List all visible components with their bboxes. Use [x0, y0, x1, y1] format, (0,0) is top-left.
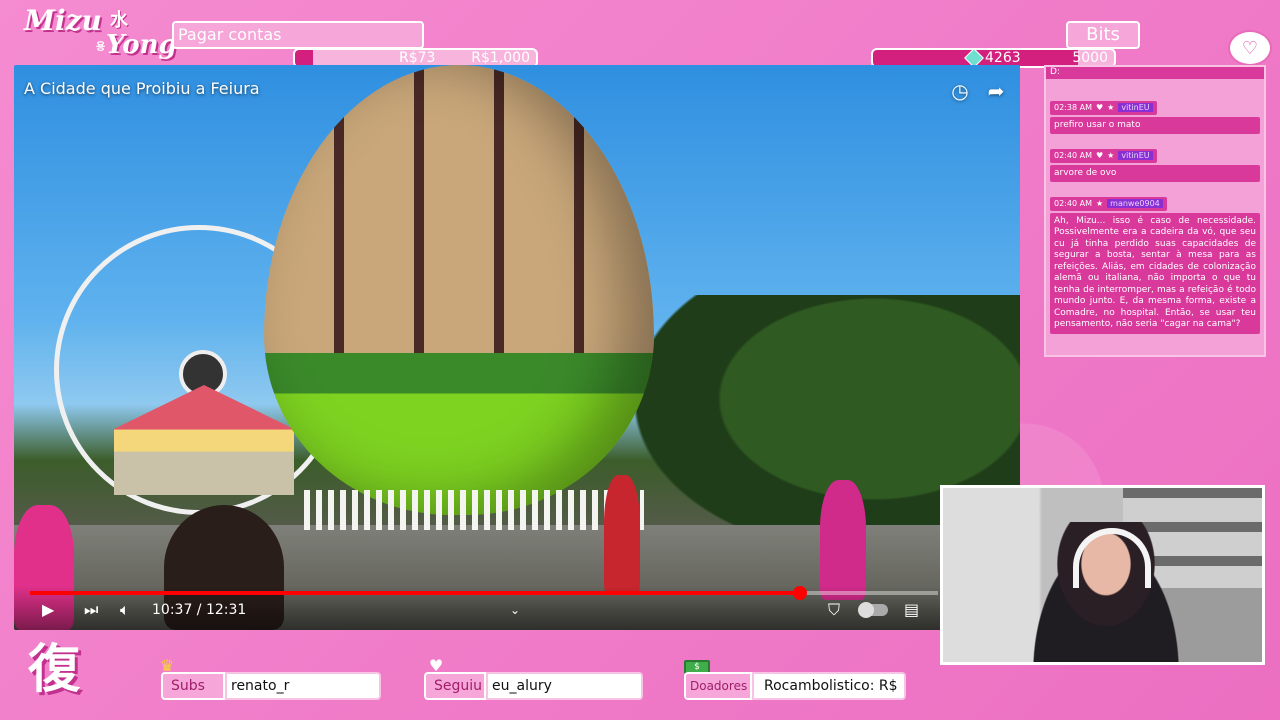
video-player[interactable]: A Cidade que Proibiu a Feiura ◷ ➦ ▶ ⏭ 🔈︎…	[14, 65, 1020, 630]
webcam-feed	[940, 485, 1265, 665]
chat-username[interactable]: vitinEU	[1118, 103, 1153, 112]
chat-message: 02:40 AM ♥ ★ vitinEU arvore de ovo	[1050, 143, 1260, 182]
chat-message-body: prefiro usar o mato	[1050, 116, 1260, 134]
chat-message-header: 02:40 AM ♥ ★ vitinEU	[1050, 148, 1157, 163]
latest-donor-widget: $ Doadores Rocambolistico: R$	[684, 660, 906, 700]
chat-username[interactable]: vitinEU	[1118, 151, 1153, 160]
logo-text-yong: Yong	[106, 30, 177, 60]
next-track-icon[interactable]: ⏭	[84, 598, 98, 622]
latest-donor-label: Doadores	[684, 672, 752, 700]
kanji-emblem: 復	[27, 639, 80, 700]
donation-goal-title: Pagar contas	[172, 21, 424, 49]
chat-message-body: arvore de ovo	[1050, 164, 1260, 182]
donation-goal-fill	[295, 50, 313, 66]
latest-follow-label: Seguiu	[424, 672, 486, 700]
watch-later-clock-icon[interactable]: ◷	[948, 79, 972, 103]
autoplay-toggle[interactable]	[858, 602, 888, 618]
video-progress-fill	[30, 591, 801, 595]
star-badge-icon: ★	[1095, 199, 1104, 208]
chat-username[interactable]: manwe0904	[1107, 199, 1163, 208]
chevron-down-icon[interactable]: ⌄	[510, 598, 520, 622]
latest-donor-value: Rocambolistico: R$	[752, 672, 906, 700]
shield-icon[interactable]: ⛉	[828, 598, 840, 622]
heart-badge-icon: ♥	[1095, 151, 1104, 160]
donation-goal-target: R$1,000	[471, 50, 530, 66]
chat-message-header: 02:40 AM ★ manwe0904	[1050, 196, 1167, 211]
channel-logo: Mizu 水 용 Yong	[22, 4, 177, 62]
chat-panel: D: 02:38 AM ♥ ★ vitinEU prefiro usar o m…	[1044, 65, 1266, 357]
star-badge-icon: ★	[1107, 151, 1115, 160]
heart-speech-bubble-icon: ♡	[1228, 30, 1272, 66]
video-title: A Cidade que Proibiu a Feiura	[24, 79, 260, 98]
latest-follow-widget: ♥ Seguiu eu_alury	[424, 656, 643, 700]
latest-sub-value: renato_r	[225, 672, 381, 700]
chat-message: 02:40 AM ★ manwe0904 Ah, Mizu... isso é …	[1050, 191, 1260, 334]
subtitles-icon[interactable]: ▤	[904, 598, 919, 622]
chat-message-time: 02:40 AM	[1054, 199, 1092, 208]
logo-hangul: 용	[96, 42, 106, 53]
star-badge-icon: ★	[1107, 103, 1115, 112]
video-progress-bar[interactable]	[30, 586, 938, 600]
chat-message: 02:38 AM ♥ ★ vitinEU prefiro usar o mato	[1050, 95, 1260, 134]
video-scene-giant-egg	[264, 65, 654, 515]
chat-message-time: 02:38 AM	[1054, 103, 1092, 112]
video-scene-fence	[304, 490, 644, 530]
logo-kanji: 水	[110, 10, 128, 31]
latest-sub-label: Subs	[161, 672, 225, 700]
chat-message-body: Ah, Mizu... isso é caso de necessidade. …	[1050, 212, 1260, 334]
video-time: 10:37 / 12:31	[152, 602, 247, 618]
heart-badge-icon: ♥	[1095, 103, 1104, 112]
donation-goal-current: R$73	[399, 50, 436, 66]
latest-follow-value: eu_alury	[486, 672, 643, 700]
chat-previous-message: D:	[1046, 67, 1264, 79]
video-scene-person	[604, 475, 640, 595]
chat-message-header: 02:38 AM ♥ ★ vitinEU	[1050, 100, 1157, 115]
share-arrow-icon[interactable]: ➦	[984, 79, 1008, 103]
volume-icon[interactable]: 🔈︎	[120, 598, 130, 622]
chat-message-time: 02:40 AM	[1054, 151, 1092, 160]
latest-sub-widget: ♛ Subs renato_r	[160, 656, 381, 700]
logo-text-mizu: Mizu	[24, 4, 102, 37]
bits-goal-current: 4263	[985, 50, 1021, 66]
play-icon[interactable]: ▶	[42, 598, 54, 622]
video-scene-person	[820, 480, 866, 600]
bits-goal-target: 5000	[1072, 50, 1108, 66]
bits-goal-title: Bits	[1066, 21, 1140, 49]
